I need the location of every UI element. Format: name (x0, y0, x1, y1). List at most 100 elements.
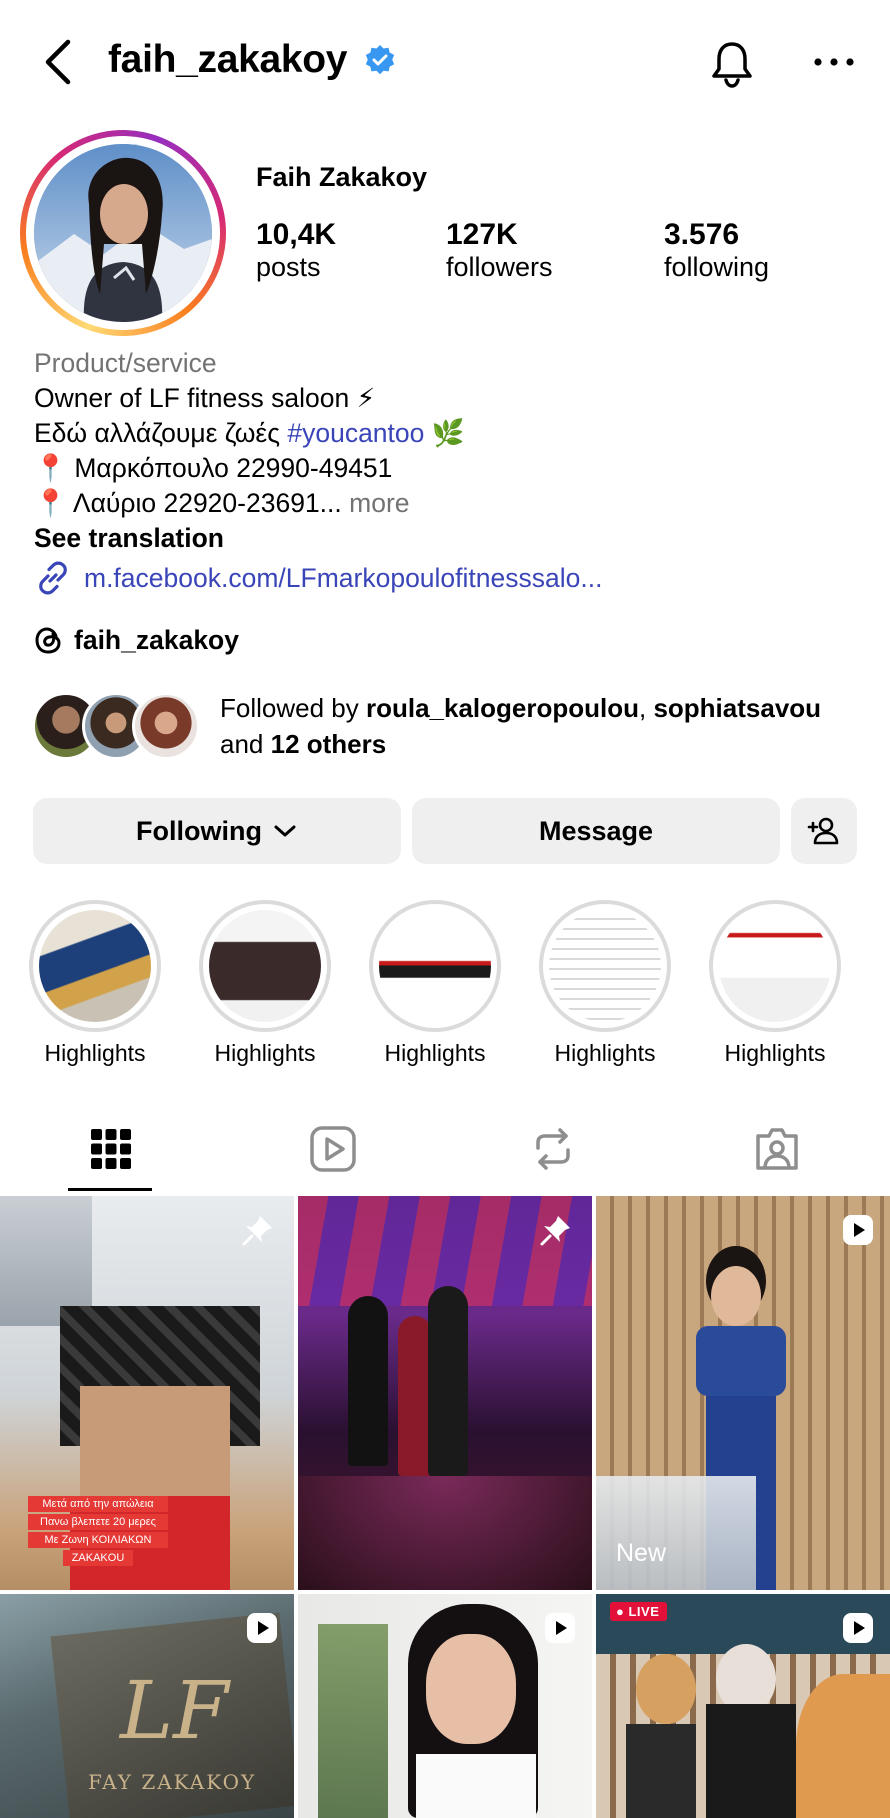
following-button[interactable]: Following (33, 798, 401, 864)
plant-shape (318, 1624, 388, 1818)
story-highlight[interactable]: Highlights (27, 900, 163, 1067)
post-thumbnail[interactable]: Μετά από την απώλεια Πανω βλεπετε 20 μερ… (0, 1196, 294, 1590)
bio-line: Εδώ αλλάζουμε ζωές #youcantoo 🌿 (34, 416, 864, 451)
reel-icon (843, 1215, 873, 1245)
person-head (636, 1654, 696, 1724)
mutual-followers-avatars[interactable] (32, 692, 212, 760)
highlight-label: Highlights (724, 1040, 826, 1066)
message-button[interactable]: Message (412, 798, 780, 864)
face-shape (711, 1266, 761, 1326)
threads-badge[interactable]: faih_zakakoy (34, 620, 239, 660)
followed-by-and: and (220, 729, 271, 759)
notification-bell-icon[interactable] (704, 36, 760, 92)
followed-by-text[interactable]: Followed by roula_kalogeropoulou, sophia… (220, 690, 880, 762)
see-translation-link[interactable]: See translation (34, 521, 864, 556)
reels-tab-icon[interactable] (308, 1124, 358, 1174)
suggested-users-button[interactable] (791, 798, 857, 864)
story-highlight[interactable]: Highlights (197, 900, 333, 1067)
caption-line: Με Ζωνη ΚΟΙΛΙΑΚΩΝ (28, 1532, 168, 1548)
caption-line: ZAKAKOU (63, 1550, 133, 1566)
stat-following-value: 3.576 (664, 218, 740, 251)
bio-line: 📍 Λαύριο 22920-23691... more (34, 486, 864, 521)
avatar (132, 692, 200, 760)
bio-line: 📍 Μαρκόπουλο 22990-49451 (34, 453, 393, 483)
bio-external-link[interactable]: m.facebook.com/LFmarkopoulofitnesssalo..… (34, 558, 602, 598)
verified-badge-icon (365, 45, 395, 75)
grid-posts-tab-icon[interactable] (86, 1124, 136, 1174)
stat-posts[interactable]: 10,4K posts (256, 218, 336, 283)
highlight-cover (209, 910, 321, 1022)
post-thumbnail[interactable]: LF FAY ZAKAKOY (0, 1594, 294, 1818)
profile-bio: Product/service Owner of LF fitness salo… (34, 346, 864, 556)
posts-grid: Μετά από την απώλεια Πανω βλεπετε 20 μερ… (0, 1196, 890, 1818)
person-body (706, 1704, 796, 1818)
pin-icon (242, 1216, 272, 1246)
post-caption-overlay: Μετά από την απώλεια Πανω βλεπετε 20 μερ… (28, 1496, 168, 1566)
performer-shape (348, 1296, 388, 1466)
stat-posts-value: 10,4K (256, 218, 337, 251)
post-thumbnail[interactable]: ● LIVE (596, 1594, 890, 1818)
stat-followers-label: followers (446, 252, 553, 282)
live-badge-text: LIVE (628, 1604, 660, 1619)
bio-line: Owner of LF fitness saloon ⚡ (34, 383, 376, 413)
stat-followers-value: 127K (446, 218, 518, 251)
bio-category: Product/service (34, 348, 217, 378)
highlight-label: Highlights (384, 1040, 486, 1066)
story-highlight[interactable]: Highlights (367, 900, 503, 1067)
stat-following-label: following (664, 252, 770, 282)
post-thumbnail[interactable]: New (596, 1196, 890, 1590)
caption-line: Πανω βλεπετε 20 μερες (28, 1514, 168, 1530)
avatar-photo (34, 144, 212, 322)
highlight-label: Highlights (554, 1040, 656, 1066)
message-button-label: Message (538, 815, 654, 846)
threads-username: faih_zakakoy (74, 624, 239, 655)
performer-shape (428, 1286, 468, 1476)
bags-shape (596, 1476, 756, 1590)
add-person-icon (807, 817, 839, 845)
highlight-cover (719, 910, 831, 1022)
face-shape (426, 1634, 516, 1744)
bio-more-link[interactable]: more (349, 488, 409, 518)
following-button-label: Following (136, 815, 262, 846)
top-bar: faih_zakakoy (0, 0, 890, 120)
tagged-tab-icon[interactable] (752, 1124, 802, 1174)
profile-username: faih_zakakoy (108, 38, 348, 81)
lf-logo: LF (120, 1664, 229, 1757)
mutual-user-1: roula_kalogeropoulou (365, 693, 639, 723)
highlight-cover (39, 910, 151, 1022)
highlight-label: Highlights (214, 1040, 316, 1066)
followed-by-prefix: Followed by (220, 693, 366, 723)
bio-text: Εδώ αλλάζουμε ζωές (34, 418, 288, 448)
highlight-cover (379, 910, 491, 1022)
reel-icon (843, 1613, 873, 1643)
caption-line: Μετά από την απώλεια (28, 1496, 168, 1512)
link-icon (39, 561, 67, 595)
mutual-others-count: 12 others (270, 729, 387, 759)
highlight-cover (549, 910, 661, 1022)
story-highlight[interactable]: Highlights (707, 900, 843, 1067)
performer-shape (398, 1316, 432, 1476)
back-arrow-icon[interactable] (36, 36, 80, 88)
person-body (626, 1724, 696, 1818)
story-highlight[interactable]: Highlights (537, 900, 673, 1067)
post-thumbnail[interactable] (298, 1196, 592, 1590)
stat-posts-label: posts (256, 252, 321, 282)
bio-emoji: 🌿 (424, 418, 465, 448)
stat-followers[interactable]: 127K followers (446, 218, 553, 283)
profile-avatar[interactable] (20, 130, 226, 336)
separator: , (639, 693, 654, 723)
chevron-down-icon (274, 825, 296, 837)
bio-link-text: m.facebook.com/LFmarkopoulofitnesssalo..… (84, 562, 603, 593)
pin-icon (540, 1216, 570, 1246)
top-shape (696, 1326, 786, 1396)
reel-icon (545, 1613, 575, 1643)
active-tab-indicator (68, 1188, 152, 1191)
bio-text: 📍 Λαύριο 22920-23691... (34, 488, 342, 518)
stat-following[interactable]: 3.576 following (664, 218, 769, 283)
reposts-tab-icon[interactable] (528, 1124, 578, 1174)
profile-full-name: Faih Zakakoy (256, 162, 428, 192)
new-label: New (616, 1539, 667, 1567)
bio-hashtag[interactable]: #youcantoo (287, 418, 424, 448)
post-thumbnail[interactable] (298, 1594, 592, 1818)
more-options-icon[interactable] (810, 44, 858, 80)
